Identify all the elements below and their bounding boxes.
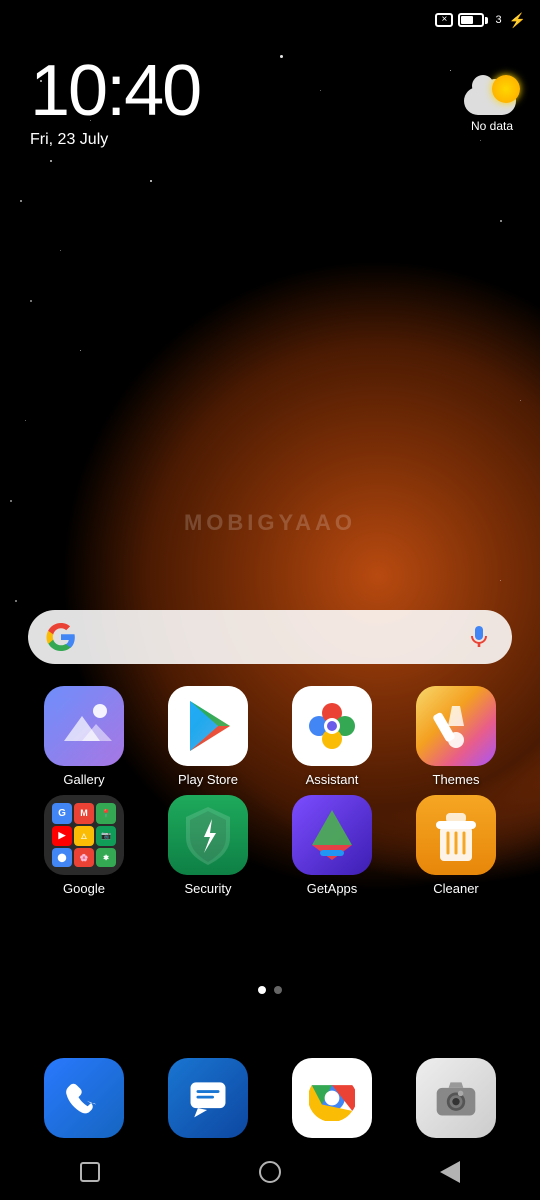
nav-home-button[interactable] (250, 1152, 290, 1192)
security-icon (168, 795, 248, 875)
app-themes[interactable]: Themes (401, 686, 511, 787)
getapps-label: GetApps (307, 881, 358, 896)
battery-tip (485, 17, 488, 24)
grid-item-meet: 📷 (96, 826, 116, 847)
search-input-container[interactable] (28, 610, 512, 664)
bolt-icon: ⚡ (509, 12, 526, 29)
page-indicators (258, 986, 282, 994)
cleaner-label: Cleaner (433, 881, 479, 896)
gallery-label: Gallery (63, 772, 104, 787)
dock-phone[interactable] (44, 1058, 124, 1138)
playstore-icon-svg (168, 686, 248, 766)
grid-item-gmail: M (74, 803, 94, 824)
dock-chrome[interactable] (292, 1058, 372, 1138)
grid-item-maps: 📍 (96, 803, 116, 824)
chrome-dock-icon (309, 1075, 355, 1121)
phone-dock-icon (61, 1075, 107, 1121)
camera-dock-icon (433, 1075, 479, 1121)
nav-bar (0, 1144, 540, 1200)
search-bar[interactable] (28, 610, 512, 664)
nav-recents-button[interactable] (70, 1152, 110, 1192)
app-row-1: Gallery (22, 686, 518, 787)
google-grid: G M 📍 ▶ △ 📷 (44, 795, 124, 875)
themes-label: Themes (433, 772, 480, 787)
messages-dock-icon (185, 1075, 231, 1121)
sun-icon (492, 75, 520, 103)
cleaner-icon-svg (416, 795, 496, 875)
dock-messages[interactable] (168, 1058, 248, 1138)
assistant-icon-svg (292, 686, 372, 766)
app-row-2: G M 📍 ▶ △ 📷 (22, 795, 518, 896)
app-security[interactable]: Security (153, 795, 263, 896)
google-label: Google (63, 881, 105, 896)
grid-item-drive: △ (74, 826, 94, 847)
grid-item-youtube: ▶ (52, 826, 72, 847)
app-cleaner[interactable]: Cleaner (401, 795, 511, 896)
battery-icon (458, 13, 488, 27)
grid-item-photos: 🌸 (74, 848, 94, 867)
playstore-label: Play Store (178, 772, 238, 787)
status-bar: 3 ⚡ (0, 0, 540, 40)
clock-time: 10:40 (30, 55, 200, 127)
x-icon (435, 13, 453, 27)
page-dot-2[interactable] (274, 986, 282, 994)
weather-label: No data (471, 119, 513, 133)
grid-item-chrome: ⬤ (52, 848, 72, 867)
dock (0, 1058, 540, 1138)
grid-item-extra: ✱ (96, 848, 116, 867)
themes-icon-svg (416, 686, 496, 766)
app-getapps[interactable]: GetApps (277, 795, 387, 896)
app-google[interactable]: G M 📍 ▶ △ 📷 (29, 795, 139, 896)
app-assistant[interactable]: Assistant (277, 686, 387, 787)
getapps-icon-svg (292, 795, 372, 875)
watermark: MOBIGYAAO (184, 510, 356, 536)
cleaner-icon (416, 795, 496, 875)
dock-camera[interactable] (416, 1058, 496, 1138)
nav-back-button[interactable] (430, 1152, 470, 1192)
microphone-icon[interactable] (464, 622, 494, 652)
nav-triangle-icon (440, 1161, 460, 1183)
weather-icon (464, 75, 520, 115)
nav-circle-icon (259, 1161, 281, 1183)
page-dot-1[interactable] (258, 986, 266, 994)
app-playstore[interactable]: Play Store (153, 686, 263, 787)
status-icons: 3 ⚡ (435, 12, 526, 29)
playstore-icon (168, 686, 248, 766)
battery-level: 3 (495, 14, 501, 26)
assistant-icon (292, 686, 372, 766)
battery-body (458, 13, 484, 27)
google-logo (46, 622, 76, 652)
gallery-icon (44, 686, 124, 766)
assistant-label: Assistant (306, 772, 359, 787)
battery-fill (461, 16, 473, 24)
grid-item-g: G (52, 803, 72, 824)
clock-date: Fri, 23 July (30, 131, 200, 149)
nav-square-icon (80, 1162, 100, 1182)
stars-background (0, 0, 540, 1200)
google-folder-icon: G M 📍 ▶ △ 📷 (44, 795, 124, 875)
themes-icon (416, 686, 496, 766)
security-label: Security (185, 881, 232, 896)
app-gallery[interactable]: Gallery (29, 686, 139, 787)
weather-widget: No data (464, 75, 520, 133)
security-icon-svg (168, 795, 248, 875)
app-grid: Gallery (0, 686, 540, 904)
getapps-icon (292, 795, 372, 875)
gallery-icon-svg (44, 686, 124, 766)
clock-area: 10:40 Fri, 23 July (30, 55, 200, 149)
